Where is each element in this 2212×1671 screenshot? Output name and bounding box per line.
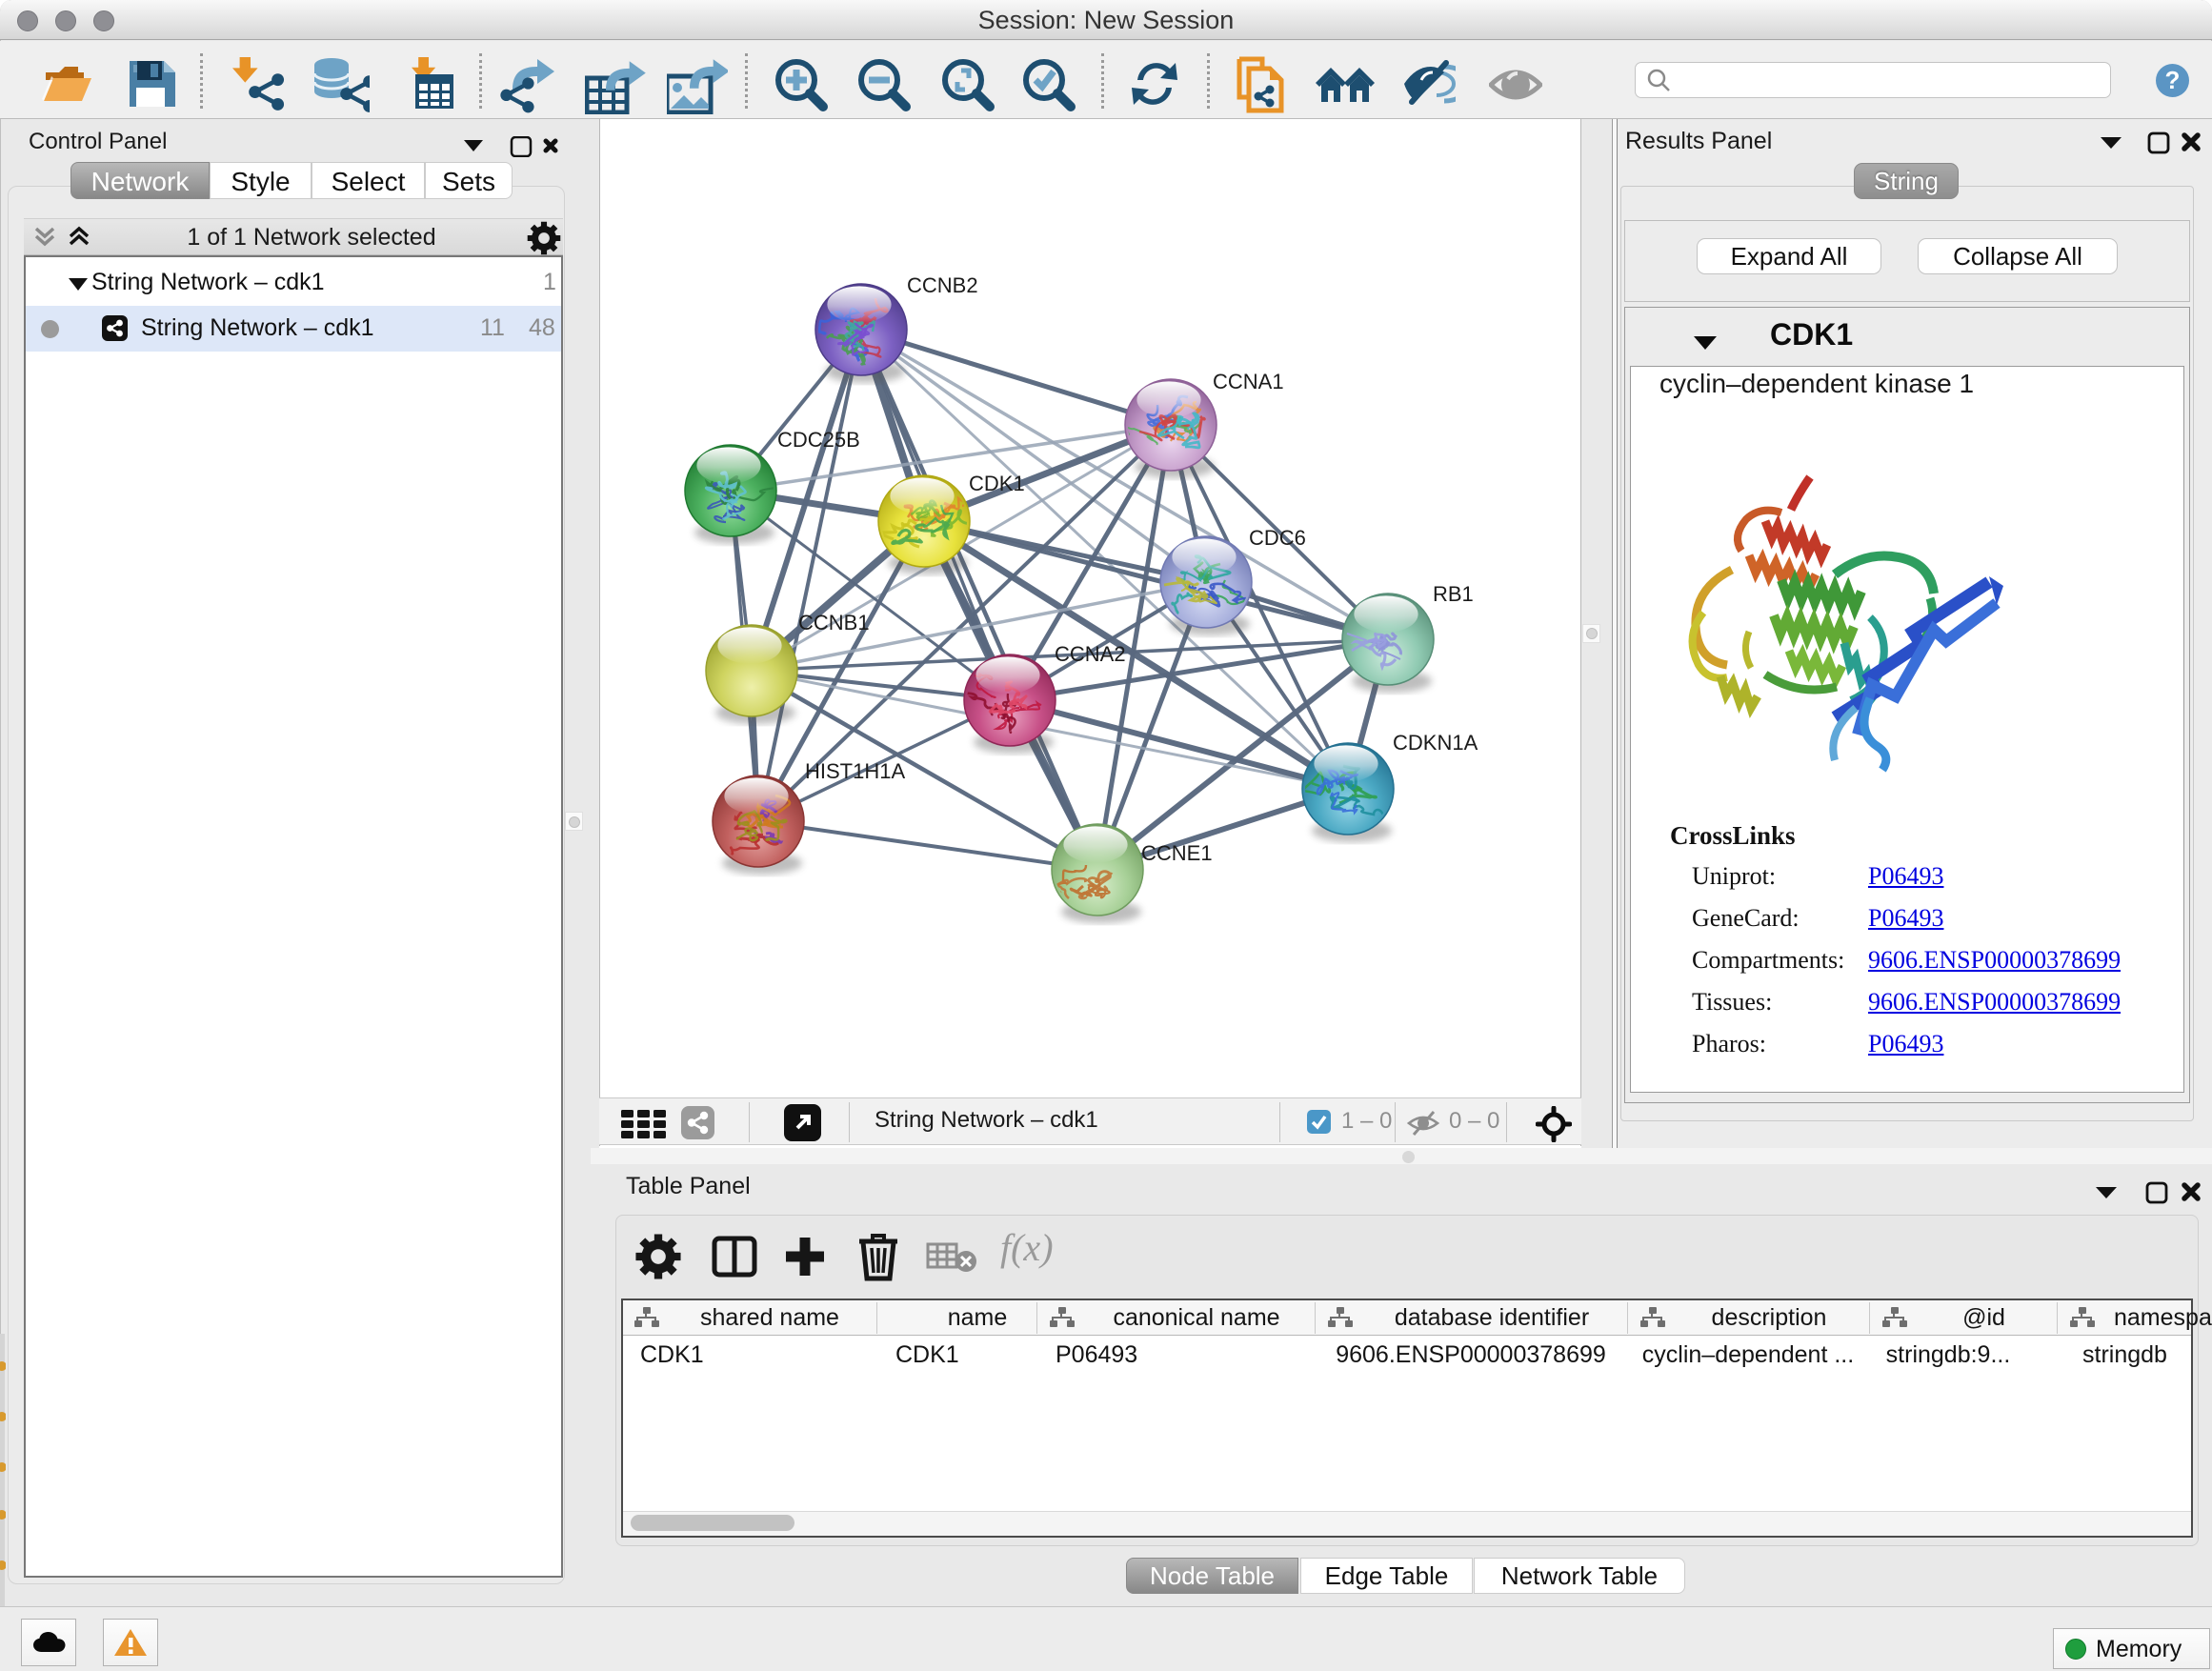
svg-text:HIST1H1A: HIST1H1A — [805, 759, 905, 783]
svg-text:CDC6: CDC6 — [1249, 526, 1306, 550]
svg-text:CCNA2: CCNA2 — [1055, 642, 1126, 666]
svg-text:CDK1: CDK1 — [969, 472, 1025, 495]
svg-text:CDC25B: CDC25B — [777, 428, 860, 452]
svg-text:CCNB2: CCNB2 — [907, 273, 978, 297]
svg-text:CCNB1: CCNB1 — [798, 611, 870, 634]
svg-text:CCNA1: CCNA1 — [1213, 370, 1284, 393]
svg-text:RB1: RB1 — [1433, 582, 1474, 606]
svg-text:CDKN1A: CDKN1A — [1393, 731, 1478, 755]
svg-text:CCNE1: CCNE1 — [1141, 841, 1213, 865]
